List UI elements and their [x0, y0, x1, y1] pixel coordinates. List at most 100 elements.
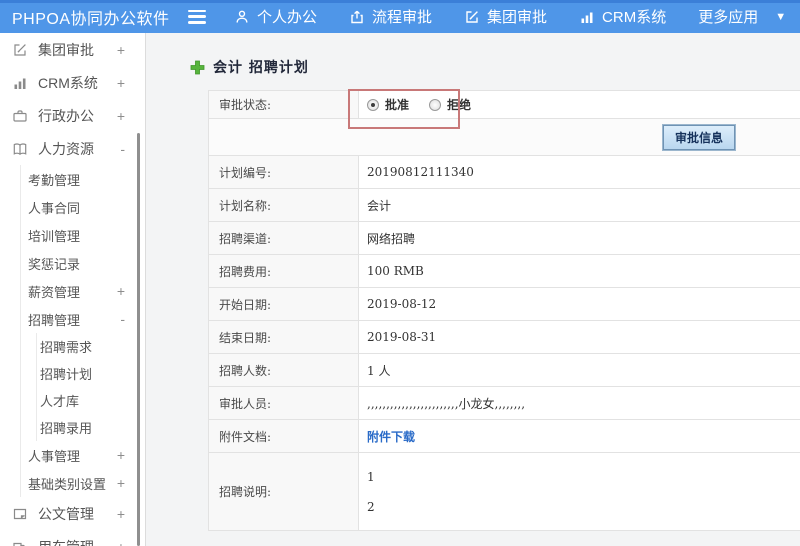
sidebar-item-personnel-mgmt[interactable]: 人事管理 + [21, 441, 145, 469]
description-line: 2 [367, 499, 375, 514]
field-value: 2019-08-31 [358, 320, 800, 354]
sidebar-item-label: 人事合同 [28, 200, 81, 216]
field-label: 招聘说明: [208, 452, 359, 531]
sidebar: 集团审批 + CRM系统 + 行政办公 + 人力资源 - 考勤管理 人事合同 培… [0, 33, 146, 546]
sidebar-item-admin-office[interactable]: 行政办公 + [0, 99, 145, 132]
sidebar-scrollbar[interactable] [137, 133, 140, 546]
approval-radio-group: 批准 拒绝 [367, 96, 800, 113]
top-navigation: 个人办公 流程审批 集团审批 CRM系统 更多应用 ▼ [234, 6, 786, 27]
edit-icon [464, 9, 480, 25]
radio-approve[interactable] [367, 98, 379, 111]
radio-reject[interactable] [429, 98, 442, 111]
sidebar-item-label: 招聘需求 [40, 340, 93, 355]
nav-item-group-approval[interactable]: 集团审批 [464, 6, 547, 27]
expand-toggle[interactable]: + [117, 475, 125, 491]
field-label: 计划名称: [208, 188, 359, 222]
sidebar-item-recruit-mgmt[interactable]: 招聘管理 - [21, 305, 145, 333]
sidebar-item-base-category[interactable]: 基础类别设置 + [21, 469, 145, 497]
nav-item-personal-office[interactable]: 个人办公 [234, 6, 317, 27]
expand-toggle[interactable]: + [117, 283, 125, 299]
sidebar-item-label: 奖惩记录 [28, 256, 81, 272]
process-icon [349, 9, 365, 25]
sidebar-item-crm-system[interactable]: CRM系统 + [0, 66, 145, 99]
field-label: 招聘人数: [208, 353, 359, 387]
approval-info-button[interactable]: 审批信息 [662, 124, 735, 150]
table-row: 审批人员: ,,,,,,,,,,,,,,,,,,,,,,,,小龙女,,,,,,,… [208, 386, 800, 420]
sidebar-item-talent-pool[interactable]: 人才库 [37, 387, 145, 414]
table-row: 开始日期: 2019-08-12 [208, 287, 800, 321]
approve-button-cell: 审批信息 [208, 118, 800, 156]
expand-toggle[interactable]: + [117, 42, 125, 58]
field-value: 2019-08-12 [358, 287, 800, 321]
field-value: ,,,,,,,,,,,,,,,,,,,,,,,,小龙女,,,,,,,, [358, 386, 800, 420]
nav-label: CRM系统 [602, 9, 667, 26]
radio-reject-label: 拒绝 [447, 98, 472, 112]
sidebar-item-training[interactable]: 培训管理 [21, 221, 145, 249]
field-label: 招聘费用: [208, 254, 359, 288]
field-value: 附件下载 [358, 419, 800, 453]
sidebar-item-label: 考勤管理 [28, 172, 81, 188]
sidebar-item-salary[interactable]: 薪资管理 + [21, 277, 145, 305]
chevron-down-icon: ▼ [775, 10, 787, 23]
sidebar-item-label: 基础类别设置 [28, 476, 107, 492]
field-value: 1 人 [358, 353, 800, 387]
expand-toggle[interactable]: + [117, 539, 125, 546]
sidebar-item-label: 行政办公 [38, 107, 94, 124]
chart-icon [12, 75, 29, 91]
sidebar-item-recruit-plan[interactable]: 招聘计划 [37, 360, 145, 387]
page-title: 会计 招聘计划 [213, 60, 309, 76]
field-label: 计划编号: [208, 155, 359, 189]
field-value: 20190812111340 [358, 155, 800, 189]
hamburger-menu-icon[interactable] [188, 9, 206, 24]
sidebar-item-group-approval[interactable]: 集团审批 + [0, 33, 145, 66]
sidebar-item-recruit-demand[interactable]: 招聘需求 [37, 333, 145, 360]
table-row: 招聘人数: 1 人 [208, 353, 800, 387]
sidebar-item-label: 薪资管理 [28, 284, 81, 300]
briefcase-icon [12, 108, 29, 124]
sidebar-item-vehicle-mgmt[interactable]: 用车管理 + [0, 530, 145, 546]
add-plus-icon [190, 60, 205, 75]
sidebar-item-human-resources[interactable]: 人力资源 - [0, 132, 145, 165]
sidebar-item-label: 招聘管理 [28, 312, 81, 328]
radio-approve-label: 批准 [385, 98, 410, 112]
table-row: 招聘费用: 100 RMB [208, 254, 800, 288]
nav-item-more-apps[interactable]: 更多应用 ▼ [698, 6, 786, 27]
top-header-bar: PHPOA协同办公软件 个人办公 流程审批 集团审批 CRM系统 更多应用 ▼ [0, 0, 800, 33]
field-value: 网络招聘 [358, 221, 800, 255]
collapse-toggle[interactable]: - [120, 141, 125, 157]
expand-toggle[interactable]: + [117, 75, 125, 91]
nav-item-crm-system[interactable]: CRM系统 [579, 6, 666, 27]
app-logo: PHPOA协同办公软件 [12, 10, 170, 28]
expand-toggle[interactable]: + [117, 108, 125, 124]
table-row: 审批信息 [208, 118, 800, 156]
sidebar-item-attendance[interactable]: 考勤管理 [21, 165, 145, 193]
table-row: 计划编号: 20190812111340 [208, 155, 800, 189]
field-label: 结束日期: [208, 320, 359, 354]
sidebar-item-recruit-hire[interactable]: 招聘录用 [37, 414, 145, 441]
sidebar-item-label: 培训管理 [28, 228, 81, 244]
chart-icon [579, 9, 595, 25]
expand-toggle[interactable]: + [117, 506, 125, 522]
field-value: 100 RMB [358, 254, 800, 288]
page: PHPOA协同办公软件 个人办公 流程审批 集团审批 CRM系统 更多应用 ▼ … [0, 0, 800, 546]
nav-item-process-approval[interactable]: 流程审批 [349, 6, 432, 27]
document-icon [12, 506, 29, 522]
nav-label: 流程审批 [372, 9, 433, 26]
table-row: 计划名称: 会计 [208, 188, 800, 222]
sidebar-item-rewards[interactable]: 奖惩记录 [21, 249, 145, 277]
nav-label: 个人办公 [257, 9, 318, 26]
collapse-toggle[interactable]: - [120, 311, 125, 327]
book-icon [12, 141, 29, 157]
sidebar-item-label: 招聘计划 [40, 367, 93, 382]
sidebar-item-doc-mgmt[interactable]: 公文管理 + [0, 497, 145, 530]
sidebar-item-label: 人才库 [40, 394, 80, 409]
field-label: 附件文档: [208, 419, 359, 453]
field-label: 审批状态: [208, 90, 359, 119]
page-title-row: 会计 招聘计划 [190, 57, 800, 77]
sidebar-item-label: 人事管理 [28, 448, 81, 464]
recruit-submenu: 招聘需求 招聘计划 人才库 招聘录用 [36, 333, 145, 441]
attachment-download-link[interactable]: 附件下载 [367, 430, 415, 444]
approval-status-cell: 批准 拒绝 [358, 90, 800, 119]
sidebar-item-hr-contract[interactable]: 人事合同 [21, 193, 145, 221]
expand-toggle[interactable]: + [117, 447, 125, 463]
